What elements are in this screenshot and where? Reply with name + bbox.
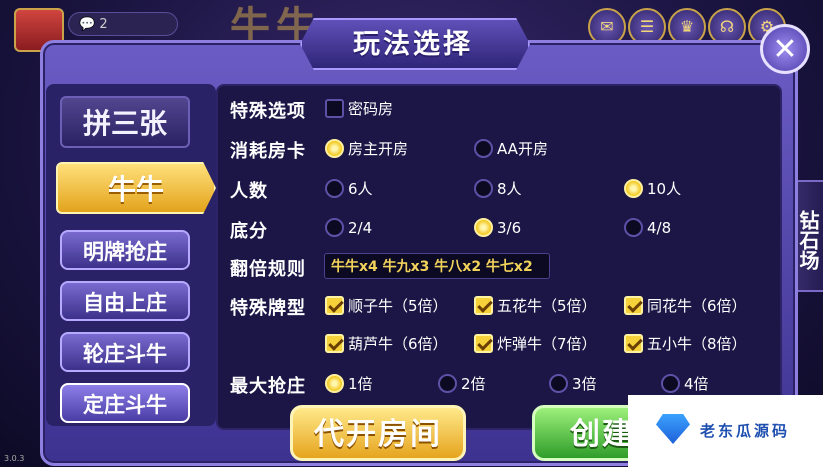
grab-4x-option[interactable]: 4倍: [661, 373, 709, 394]
players-8-radio[interactable]: [474, 179, 493, 198]
players-10-radio[interactable]: [624, 179, 643, 198]
base-4-8-radio[interactable]: [624, 218, 643, 237]
base-2-4-option[interactable]: 2/4: [325, 218, 372, 237]
version-label: 3.0.3: [4, 454, 25, 463]
hand-five-small-option[interactable]: 五小牛（8倍）: [624, 333, 747, 354]
grab-4x-label: 4倍: [684, 375, 709, 393]
password-room-label: 密码房: [348, 100, 394, 118]
hand-five-flower-option[interactable]: 五花牛（5倍）: [474, 295, 597, 316]
owner-pays-radio[interactable]: [325, 139, 344, 158]
close-icon: ✕: [772, 32, 798, 67]
hand-straight-checkbox[interactable]: [325, 296, 344, 315]
mode-rotate-banker[interactable]: 轮庄斗牛: [60, 332, 190, 372]
players-10-option[interactable]: 10人: [624, 178, 681, 199]
base-2-4-radio[interactable]: [325, 218, 344, 237]
mode-fixed-banker[interactable]: 定庄斗牛: [60, 383, 190, 423]
password-room-checkbox[interactable]: [325, 99, 344, 118]
hand-fullhouse-label: 葫芦牛（6倍）: [348, 335, 448, 353]
hand-fullhouse-checkbox[interactable]: [325, 334, 344, 353]
hand-fullhouse-option[interactable]: 葫芦牛（6倍）: [325, 333, 448, 354]
coin-pill: 💬 2: [68, 12, 178, 36]
players-6-label: 6人: [348, 180, 373, 198]
grab-2x-option[interactable]: 2倍: [438, 373, 486, 394]
dialog-title: 玩法选择: [353, 29, 473, 60]
players-6-radio[interactable]: [325, 179, 344, 198]
room-card-label: 消耗房卡: [230, 141, 306, 162]
grab-2x-radio[interactable]: [438, 374, 457, 393]
grab-2x-label: 2倍: [461, 375, 486, 393]
grab-1x-option[interactable]: 1倍: [325, 373, 373, 394]
aa-pays-label: AA开房: [497, 140, 548, 158]
owner-pays-option[interactable]: 房主开房: [325, 138, 408, 159]
grab-3x-label: 3倍: [572, 375, 597, 393]
chat-icon: 💬: [79, 17, 96, 32]
proxy-open-room-button[interactable]: 代开房间: [290, 405, 466, 461]
hand-five-small-label: 五小牛（8倍）: [647, 335, 747, 353]
sidebar-item-niuniu[interactable]: 牛牛: [56, 162, 216, 214]
password-room-option[interactable]: 密码房: [325, 98, 393, 119]
hand-flush-option[interactable]: 同花牛（6倍）: [624, 295, 747, 316]
aa-pays-radio[interactable]: [474, 139, 493, 158]
base-3-6-option[interactable]: 3/6: [474, 218, 521, 237]
base-2-4-label: 2/4: [348, 218, 373, 237]
multiplier-rule-label: 翻倍规则: [230, 259, 306, 280]
close-button[interactable]: ✕: [760, 24, 810, 74]
hand-straight-label: 顺子牛（5倍）: [348, 297, 448, 315]
grab-3x-radio[interactable]: [549, 374, 568, 393]
hand-bomb-option[interactable]: 炸弹牛（7倍）: [474, 333, 597, 354]
hand-five-flower-checkbox[interactable]: [474, 296, 493, 315]
hand-straight-option[interactable]: 顺子牛（5倍）: [325, 295, 448, 316]
hand-bomb-label: 炸弹牛（7倍）: [497, 335, 597, 353]
players-8-option[interactable]: 8人: [474, 178, 522, 199]
coin-count: 2: [99, 17, 108, 32]
players-label: 人数: [230, 181, 268, 202]
special-option-label: 特殊选项: [230, 101, 306, 122]
base-3-6-radio[interactable]: [474, 218, 493, 237]
owner-pays-label: 房主开房: [348, 140, 409, 158]
mode-free-banker[interactable]: 自由上庄: [60, 281, 190, 321]
players-8-label: 8人: [497, 180, 522, 198]
hand-bomb-checkbox[interactable]: [474, 334, 493, 353]
grab-3x-option[interactable]: 3倍: [549, 373, 597, 394]
base-4-8-option[interactable]: 4/8: [624, 218, 671, 237]
base-3-6-label: 3/6: [497, 218, 522, 237]
base-score-label: 底分: [230, 221, 268, 242]
base-4-8-label: 4/8: [647, 218, 672, 237]
grab-1x-label: 1倍: [348, 375, 373, 393]
sidebar-item-pinsanzhang[interactable]: 拼三张: [60, 96, 190, 148]
special-hands-label: 特殊牌型: [230, 298, 306, 319]
max-grab-label: 最大抢庄: [230, 376, 306, 397]
mode-mingpai-grab[interactable]: 明牌抢庄: [60, 230, 190, 270]
multiplier-rule-select[interactable]: 牛牛x4 牛九x3 牛八x2 牛七x2: [324, 253, 550, 279]
watermark-text: 老东瓜源码: [700, 422, 791, 440]
grab-4x-radio[interactable]: [661, 374, 680, 393]
grab-1x-radio[interactable]: [325, 374, 344, 393]
hand-five-flower-label: 五花牛（5倍）: [497, 297, 597, 315]
players-6-option[interactable]: 6人: [325, 178, 373, 199]
hand-flush-checkbox[interactable]: [624, 296, 643, 315]
hand-five-small-checkbox[interactable]: [624, 334, 643, 353]
hand-flush-label: 同花牛（6倍）: [647, 297, 747, 315]
aa-pays-option[interactable]: AA开房: [474, 138, 548, 159]
players-10-label: 10人: [647, 180, 682, 198]
